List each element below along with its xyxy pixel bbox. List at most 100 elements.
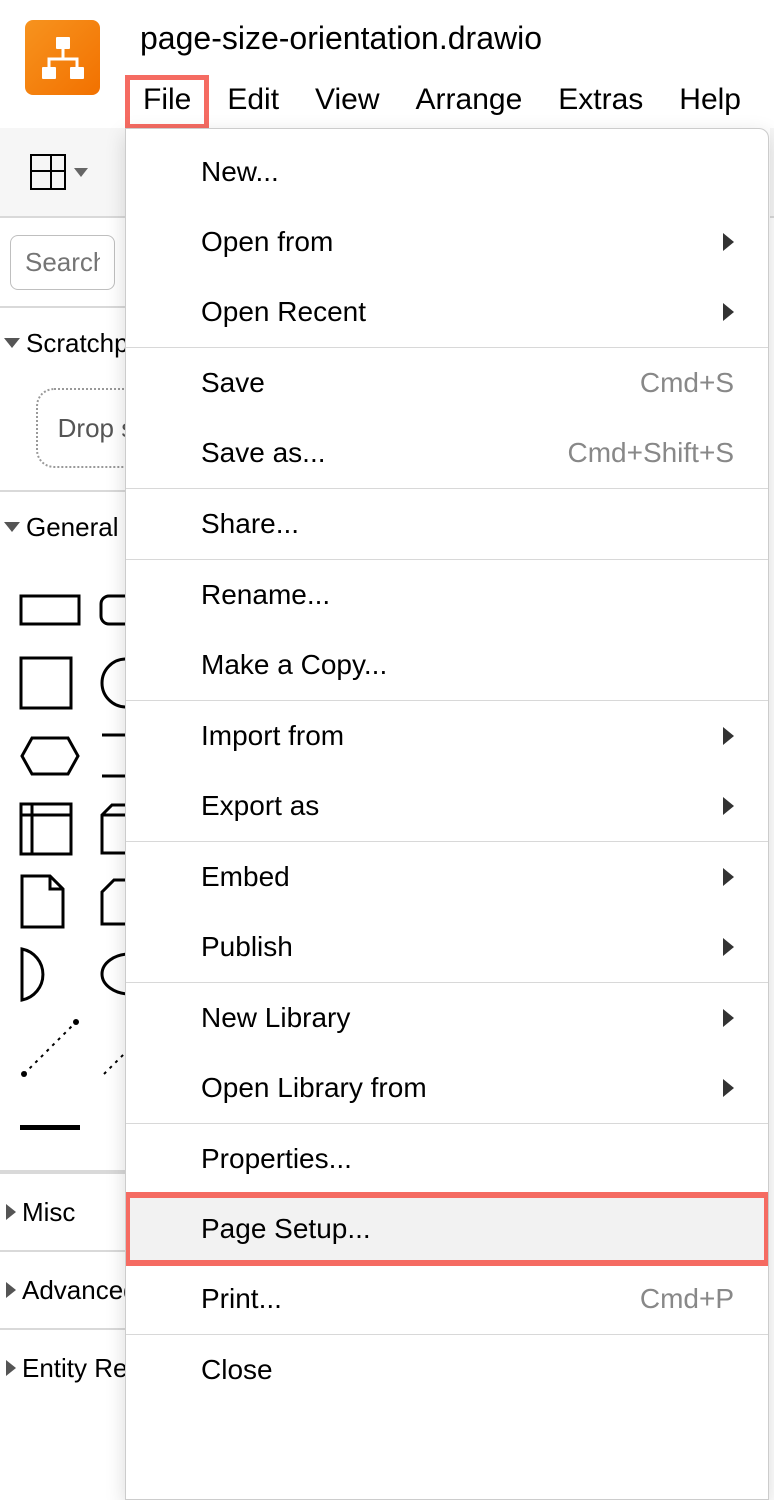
menu-item-properties[interactable]: Properties... [126,1124,768,1194]
menu-item-label: New... [201,156,734,188]
chevron-right-icon [6,1360,16,1376]
menu-item-open-from[interactable]: Open from [126,207,768,277]
menu-item-save-as[interactable]: Save as...Cmd+Shift+S [126,418,768,488]
menu-item-import-from[interactable]: Import from [126,701,768,771]
menu-file[interactable]: File [125,75,209,129]
menu-item-label: Rename... [201,579,734,611]
shape-circle[interactable] [100,655,125,710]
toolbar [0,128,125,218]
chevron-down-icon [4,338,20,348]
shape-internal-storage[interactable] [20,801,80,856]
category-label: Misc [22,1197,75,1228]
section-general: General [0,492,125,1172]
shape-cylinder-side[interactable] [100,728,125,783]
chevron-down-icon [4,522,20,532]
menu-item-open-recent[interactable]: Open Recent [126,277,768,347]
shape-rounded-rect[interactable] [100,582,125,637]
dropzone-label: Drop shapes here [58,413,125,444]
scratchpad-dropzone[interactable]: Drop shapes here [36,388,125,468]
chevron-right-icon [723,303,734,321]
chevron-right-icon [723,727,734,745]
menu-item-label: Open from [201,226,723,258]
menu-item-export-as[interactable]: Export as [126,771,768,841]
menu-item-print[interactable]: Print...Cmd+P [126,1264,768,1334]
menu-shortcut: Cmd+P [640,1283,734,1315]
menubar: File Edit View Arrange Extras Help [125,75,759,129]
menu-item-label: Share... [201,508,734,540]
search-input[interactable] [10,235,115,290]
general-header[interactable]: General [0,492,125,562]
menu-item-new-library[interactable]: New Library [126,983,768,1053]
section-scratchpad: Scratchpad Drop shapes here [0,308,125,492]
menu-item-label: Close [201,1354,734,1386]
menu-item-label: Open Library from [201,1072,723,1104]
search-row [0,218,125,308]
shape-document[interactable] [20,874,80,929]
shape-half-circle[interactable] [20,947,80,1002]
shape-dotted-line[interactable] [20,1020,80,1075]
menu-help[interactable]: Help [661,75,759,129]
menu-view[interactable]: View [297,75,397,129]
chevron-right-icon [723,797,734,815]
table-tool[interactable] [30,154,88,190]
app-header: page-size-orientation.drawio File Edit V… [0,0,774,129]
menu-item-label: Open Recent [201,296,723,328]
toolbar-edge [770,128,774,218]
menu-item-new[interactable]: New... [126,137,768,207]
menu-item-label: Properties... [201,1143,734,1175]
category-advanced[interactable]: Advanced [0,1250,125,1328]
menu-extras[interactable]: Extras [540,75,661,129]
chevron-right-icon [6,1204,16,1220]
menu-item-rename[interactable]: Rename... [126,560,768,630]
shapes-palette [0,562,125,1105]
shape-cube[interactable] [100,801,125,856]
category-label: Advanced [22,1275,125,1306]
chevron-right-icon [723,1009,734,1027]
menu-item-label: Print... [201,1283,640,1315]
sidebar: Scratchpad Drop shapes here General [0,128,125,1500]
shape-ellipse[interactable] [100,947,125,1002]
shape-dotted-line-2[interactable] [100,1020,125,1075]
category-misc[interactable]: Misc [0,1172,125,1250]
chevron-right-icon [723,938,734,956]
menu-shortcut: Cmd+Shift+S [567,437,734,469]
app-logo-icon [25,20,100,95]
shape-card[interactable] [100,874,125,929]
shape-square[interactable] [20,655,80,710]
menu-item-close[interactable]: Close [126,1335,768,1405]
shape-hexagon[interactable] [20,728,80,783]
section-label: General [26,512,119,543]
menu-shortcut: Cmd+S [640,367,734,399]
document-title[interactable]: page-size-orientation.drawio [140,20,759,57]
chevron-right-icon [723,868,734,886]
menu-item-page-setup[interactable]: Page Setup... [126,1194,768,1264]
scratchpad-header[interactable]: Scratchpad [0,308,125,378]
menu-item-publish[interactable]: Publish [126,912,768,982]
menu-item-label: Export as [201,790,723,822]
table-icon [30,154,66,190]
menu-item-save[interactable]: SaveCmd+S [126,348,768,418]
menu-item-open-library-from[interactable]: Open Library from [126,1053,768,1123]
menu-arrange[interactable]: Arrange [398,75,541,129]
chevron-down-icon [74,168,88,177]
category-label: Entity Relation [22,1353,125,1384]
chevron-right-icon [6,1282,16,1298]
shape-thick-line[interactable] [20,1125,80,1130]
chevron-right-icon [723,233,734,251]
menu-item-label: Save [201,367,640,399]
menu-edit[interactable]: Edit [209,75,297,129]
menu-item-label: Import from [201,720,723,752]
chevron-right-icon [723,1079,734,1097]
menu-item-label: Save as... [201,437,567,469]
shape-rectangle[interactable] [20,582,80,637]
menu-item-share[interactable]: Share... [126,489,768,559]
section-label: Scratchpad [26,328,125,359]
menu-item-make-a-copy[interactable]: Make a Copy... [126,630,768,700]
menu-item-embed[interactable]: Embed [126,842,768,912]
file-menu-dropdown: New...Open fromOpen RecentSaveCmd+SSave … [125,128,769,1500]
menu-item-label: Publish [201,931,723,963]
menu-item-label: Embed [201,861,723,893]
menu-item-label: Make a Copy... [201,649,734,681]
category-entity-relation[interactable]: Entity Relation [0,1328,125,1406]
menu-item-label: New Library [201,1002,723,1034]
